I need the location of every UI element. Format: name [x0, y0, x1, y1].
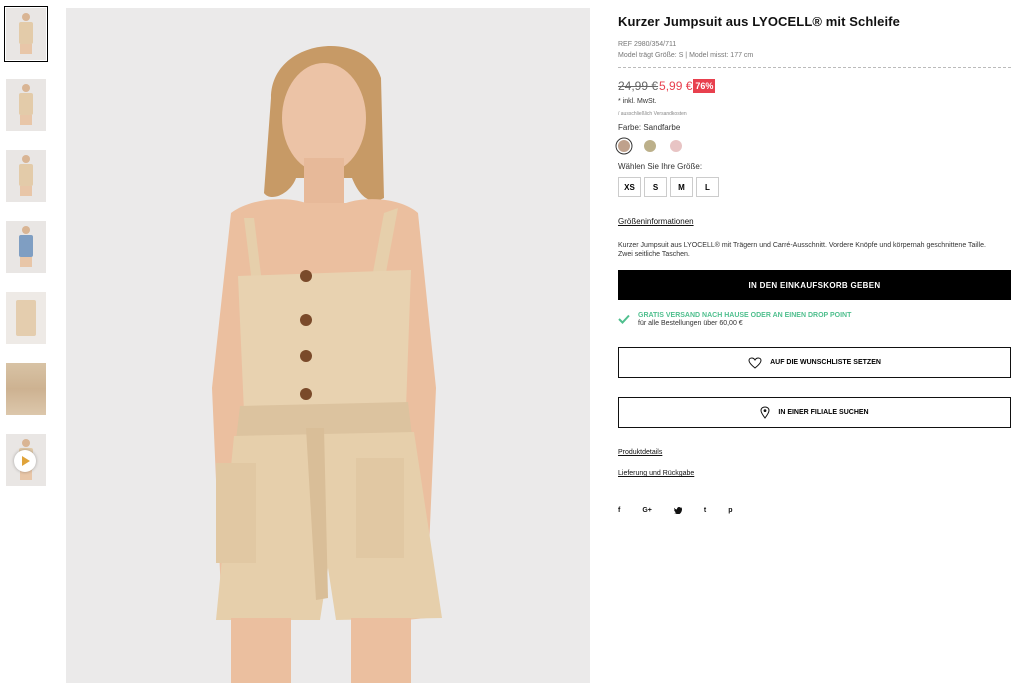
size-label: Wählen Sie Ihre Größe:: [618, 162, 703, 171]
wishlist-button[interactable]: AUF DIE WUNSCHLISTE SETZEN: [618, 347, 1011, 378]
product-panel: Kurzer Jumpsuit aus LYOCELL® mit Schleif…: [618, 14, 1011, 516]
detail-links: Produktdetails Lieferung und Rückgabe: [618, 449, 1011, 477]
find-in-store-button[interactable]: IN EINER FILIALE SUCHEN: [618, 397, 1011, 428]
color-swatch-sand[interactable]: [618, 140, 630, 152]
location-pin-icon: [760, 406, 770, 419]
delivery-returns-link[interactable]: Lieferung und Rückgabe: [618, 470, 1011, 477]
thumbnail-6[interactable]: [6, 363, 46, 415]
product-description: Kurzer Jumpsuit aus LYOCELL® mit Trägern…: [618, 242, 986, 258]
thumbnail-list: [4, 6, 48, 505]
thumbnail-3[interactable]: [6, 150, 46, 202]
price-row: 24,99 € 5,99 € 76%: [618, 78, 1011, 94]
thumbnail-4[interactable]: [6, 221, 46, 273]
play-icon: [14, 450, 36, 472]
thumbnail-1[interactable]: [4, 6, 48, 62]
free-shipping-sub: für alle Bestellungen über 60,00 €: [638, 320, 743, 327]
color-swatch-khaki[interactable]: [644, 140, 656, 152]
main-product-image[interactable]: [66, 8, 590, 683]
tax-note: * inkl. MwSt.: [618, 98, 657, 105]
facebook-icon[interactable]: f: [618, 507, 620, 516]
size-option-s[interactable]: S: [644, 177, 667, 197]
divider: [618, 67, 1011, 68]
heart-icon: [748, 356, 762, 369]
thumbnail-2[interactable]: [6, 79, 46, 131]
size-selector: XS S M L: [618, 177, 1011, 197]
thumbnail-video[interactable]: [6, 434, 46, 486]
social-share: f G+ t p: [618, 507, 1011, 516]
free-shipping-info: GRATIS VERSAND NACH HAUSE ODER AN EINEN …: [618, 312, 1011, 327]
color-label: Farbe: Sandfarbe: [618, 123, 681, 132]
color-swatches: [618, 140, 1011, 152]
size-option-xs[interactable]: XS: [618, 177, 641, 197]
color-swatch-pink[interactable]: [670, 140, 682, 152]
wishlist-label: AUF DIE WUNSCHLISTE SETZEN: [770, 359, 881, 366]
check-icon: [618, 314, 630, 324]
size-info-link[interactable]: Größeninformationen: [618, 217, 694, 226]
add-to-cart-button[interactable]: IN DEN EINKAUFSKORB GEBEN: [618, 270, 1011, 300]
discount-badge: 76%: [693, 79, 716, 93]
twitter-icon[interactable]: [673, 507, 682, 516]
tumblr-icon[interactable]: t: [704, 507, 706, 516]
google-plus-icon[interactable]: G+: [642, 507, 652, 516]
shipping-note: / ausschließlich Versandkosten: [618, 111, 687, 117]
product-details-link[interactable]: Produktdetails: [618, 449, 1011, 456]
pinterest-icon[interactable]: p: [728, 507, 732, 516]
new-price: 5,99 €: [659, 79, 693, 93]
size-option-m[interactable]: M: [670, 177, 693, 197]
old-price: 24,99 €: [618, 79, 659, 93]
product-title: Kurzer Jumpsuit aus LYOCELL® mit Schleif…: [618, 14, 900, 29]
size-option-l[interactable]: L: [696, 177, 719, 197]
free-shipping-title: GRATIS VERSAND NACH HAUSE ODER AN EINEN …: [638, 312, 852, 319]
find-in-store-label: IN EINER FILIALE SUCHEN: [778, 409, 869, 416]
model-info: Model trägt Größe: S | Model misst: 177 …: [618, 52, 754, 59]
thumbnail-5[interactable]: [6, 292, 46, 344]
product-ref: REF 2980/354/711: [618, 41, 677, 48]
